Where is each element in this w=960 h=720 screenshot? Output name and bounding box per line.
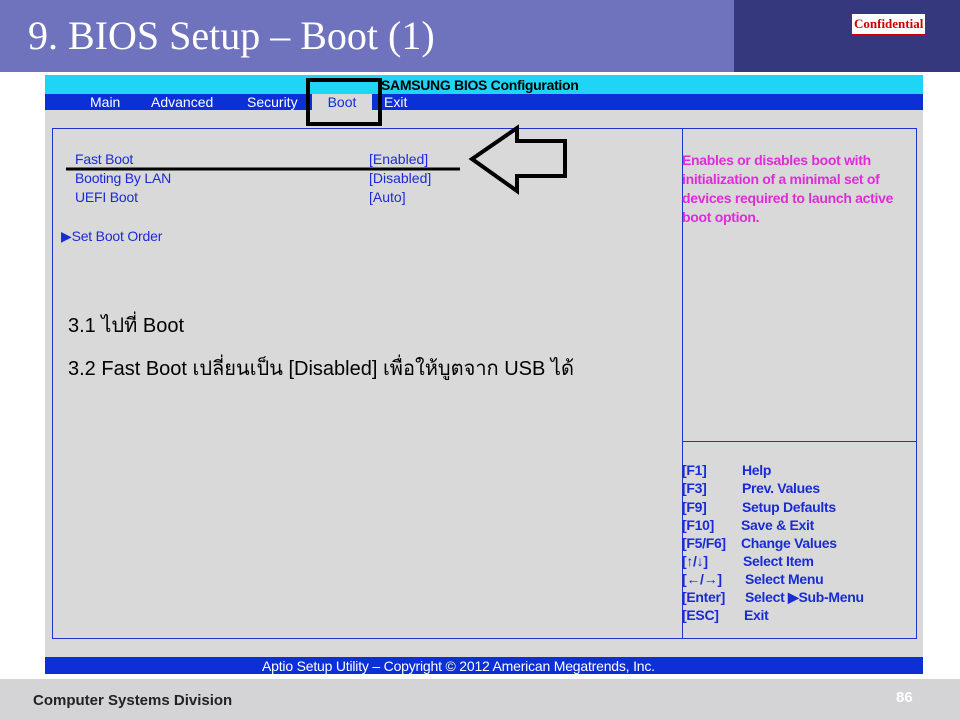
option-fast-boot[interactable]: Fast Boot [75, 151, 133, 167]
option-uefi-boot-value[interactable]: [Auto] [369, 189, 406, 205]
key-hint: [Enter] Select ▶Sub-Menu [682, 589, 864, 605]
bios-title-bar: SAMSUNG BIOS Configuration [45, 75, 923, 94]
help-description: Enables or disables boot with initializa… [682, 152, 894, 225]
key-hint: [ESC] Exit [682, 607, 769, 623]
key-label: [F10] [682, 517, 714, 533]
triangle-right-icon: ▶ [61, 228, 72, 244]
tab-main[interactable]: Main [90, 94, 120, 110]
key-description: Change Values [741, 535, 837, 551]
option-booting-by-lan[interactable]: Booting By LAN [75, 170, 171, 186]
tab-security[interactable]: Security [247, 94, 298, 110]
key-hint: [F10] Save & Exit [682, 517, 814, 533]
key-hint: [F5/F6] Change Values [682, 535, 837, 551]
key-label: [ESC] [682, 607, 719, 623]
header-band-dark [734, 0, 960, 72]
key-description: Select ▶Sub-Menu [745, 589, 864, 605]
submenu-set-boot-order[interactable]: ▶Set Boot Order [61, 228, 162, 245]
key-hint: [F3] Prev. Values [682, 480, 820, 496]
key-label: [F9] [682, 499, 707, 515]
key-label: [Enter] [682, 589, 726, 605]
key-description: Select Menu [745, 571, 824, 587]
key-label: [↑/↓] [682, 553, 708, 569]
option-booting-by-lan-value[interactable]: [Disabled] [369, 170, 431, 186]
instruction-note: 3.1 ไปที่ Boot [68, 315, 184, 337]
bios-title: SAMSUNG BIOS Configuration [381, 77, 579, 93]
key-description: Prev. Values [742, 480, 820, 496]
slide-footer: Computer Systems Division 86 [0, 679, 960, 720]
key-description: Save & Exit [741, 517, 814, 533]
key-hint: [F9] Setup Defaults [682, 499, 836, 515]
slide-header: 9. BIOS Setup – Boot (1) Confidential [0, 0, 960, 72]
key-description: Setup Defaults [742, 499, 836, 515]
key-hint: [F1] Help [682, 462, 771, 478]
key-label: [←/→] [682, 571, 722, 587]
page-number: 86 [896, 689, 913, 706]
key-label: [F1] [682, 462, 707, 478]
key-hint: [←/→] Select Menu [682, 571, 824, 587]
slide-title: 9. BIOS Setup – Boot (1) [28, 13, 435, 58]
division-label: Computer Systems Division [33, 692, 233, 709]
bios-footer-bar: Aptio Setup Utility – Copyright © 2012 A… [45, 657, 923, 674]
confidential-badge: Confidential [851, 13, 927, 35]
tab-boot[interactable]: Boot [312, 94, 372, 110]
help-panel: Enables or disables boot with initializa… [682, 128, 917, 639]
bios-screen: SAMSUNG BIOS Configuration Main Advanced… [45, 75, 923, 674]
submenu-label: Set Boot Order [71, 228, 163, 244]
bios-copyright: Aptio Setup Utility – Copyright © 2012 A… [262, 658, 655, 674]
help-divider [682, 441, 916, 442]
option-uefi-boot[interactable]: UEFI Boot [75, 189, 138, 205]
key-description: Help [742, 462, 772, 478]
key-label: [F5/F6] [682, 535, 726, 551]
key-hint: [↑/↓] Select Item [682, 553, 814, 569]
key-description: Exit [744, 607, 769, 623]
tab-advanced[interactable]: Advanced [151, 94, 213, 110]
option-fast-boot-value[interactable]: [Enabled] [369, 151, 428, 167]
key-label: [F3] [682, 480, 707, 496]
key-description: Select Item [743, 553, 814, 569]
tab-exit[interactable]: Exit [384, 94, 407, 110]
instruction-note: 3.2 Fast Boot เปลี่ยนเป็น [Disabled] เพื… [68, 358, 574, 380]
bios-menu-bar: Main Advanced Security Boot Exit [45, 94, 923, 110]
